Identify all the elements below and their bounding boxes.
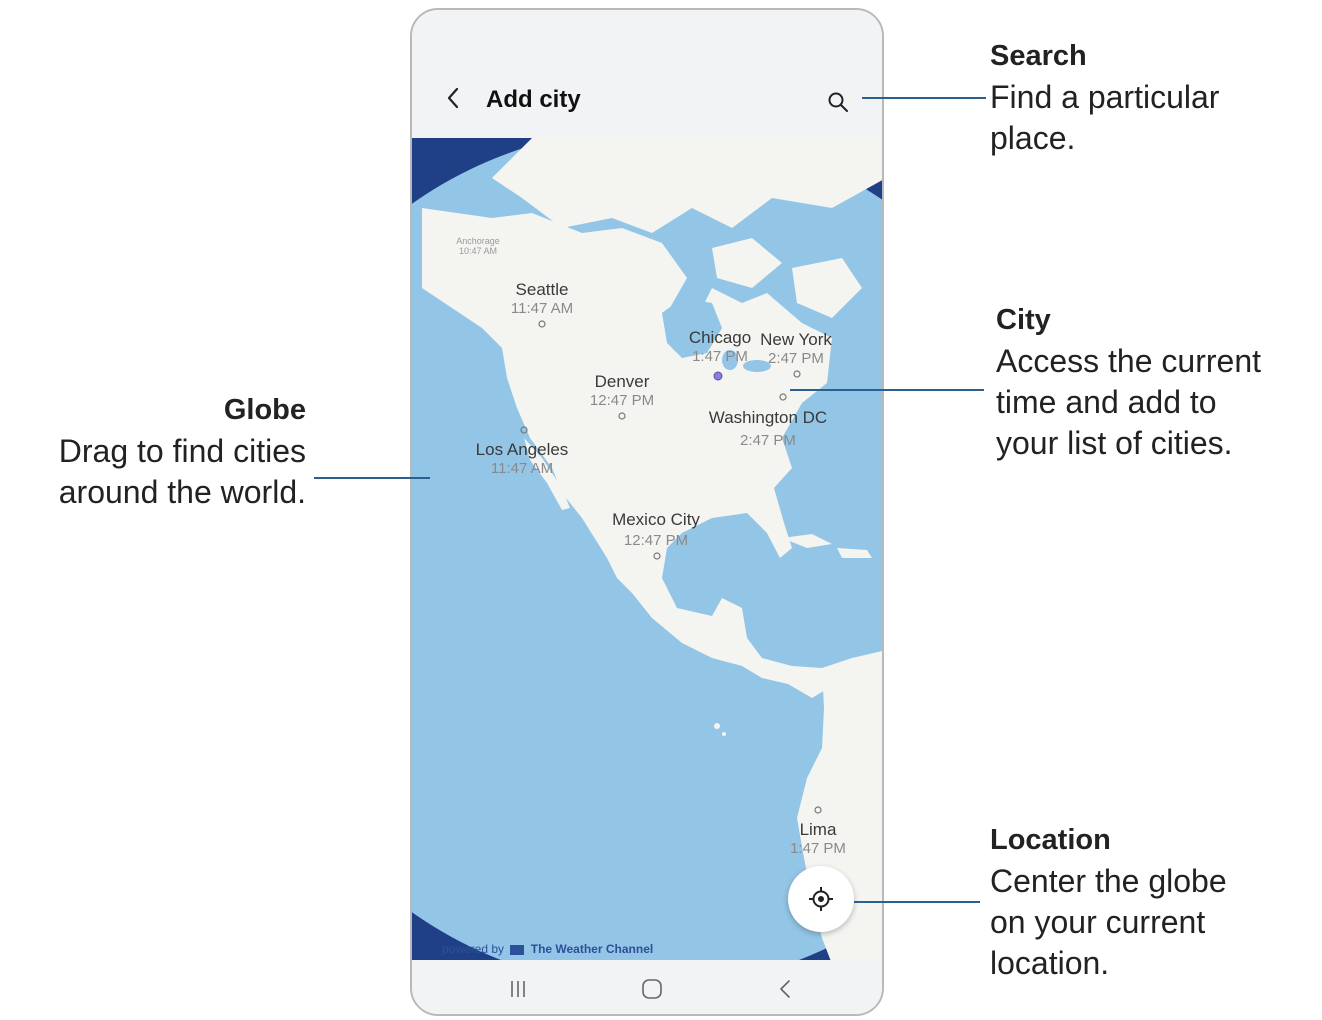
city-time: 12:47 PM xyxy=(589,391,655,409)
callout-text: Center the globe xyxy=(990,863,1227,899)
attribution-prefix: powered by xyxy=(442,942,505,956)
search-callout: Search Find a particular place. xyxy=(990,36,1219,159)
city-time: 10:47 AM xyxy=(458,246,498,257)
city-chicago[interactable]: Chicago 1:47 PM xyxy=(689,328,751,365)
weather-channel-logo-icon xyxy=(510,944,525,955)
callout-text: on your current xyxy=(990,904,1206,940)
city-new-york[interactable]: New York 2:47 PM xyxy=(760,330,832,367)
city-name: Mexico City xyxy=(612,510,700,529)
city-callout: City Access the current time and add to … xyxy=(996,300,1261,464)
chevron-left-icon xyxy=(447,87,459,109)
callout-heading: Search xyxy=(990,40,1087,72)
callout-heading: Globe xyxy=(223,394,306,426)
current-location-icon xyxy=(809,887,833,911)
city-time: 1:47 PM xyxy=(790,839,846,857)
callout-text: Find a particular xyxy=(990,79,1220,115)
callout-text: Access the current xyxy=(996,343,1261,379)
navigation-bar xyxy=(412,960,882,1014)
callout-text: around the world. xyxy=(58,474,306,510)
attribution-brand: The Weather Channel xyxy=(530,942,654,956)
app-bar: Add city xyxy=(412,10,882,138)
current-location-button[interactable] xyxy=(788,866,854,932)
city-denver[interactable]: Denver 12:47 PM xyxy=(590,372,654,409)
location-callout-line xyxy=(854,901,980,903)
attribution: powered by The Weather Channel xyxy=(442,942,653,956)
city-time: 2:47 PM xyxy=(768,349,824,367)
city-time: 2:47 PM xyxy=(740,431,796,449)
nav-back-button[interactable] xyxy=(774,978,798,1000)
city-name: Lima xyxy=(799,820,837,839)
home-button[interactable] xyxy=(640,978,664,1000)
callout-text: your list of cities. xyxy=(996,425,1233,461)
city-name: Seattle xyxy=(515,280,569,299)
callout-heading: Location xyxy=(990,824,1111,856)
callout-text: place. xyxy=(990,120,1076,156)
city-los-angeles[interactable]: Los Angeles 11:47 AM xyxy=(476,440,569,477)
phone-frame: Add city Anchorage 10:47 AM Seattle 11:4… xyxy=(410,8,884,1016)
callout-text: location. xyxy=(990,945,1110,981)
city-name: Anchorage xyxy=(456,236,500,246)
callout-heading: City xyxy=(996,304,1051,336)
callout-text: Drag to find cities xyxy=(58,433,306,469)
city-name: Los Angeles xyxy=(475,440,569,459)
recent-apps-icon xyxy=(511,981,525,997)
city-name: New York xyxy=(760,330,832,349)
location-callout: Location Center the globe on your curren… xyxy=(990,820,1227,984)
home-icon xyxy=(642,979,662,999)
city-time: 11:47 AM xyxy=(490,459,554,477)
search-callout-line xyxy=(862,97,986,99)
search-button[interactable] xyxy=(826,90,850,114)
city-callout-line xyxy=(790,389,984,391)
city-marker xyxy=(713,371,723,381)
search-icon xyxy=(828,92,848,112)
city-name: Chicago xyxy=(688,328,752,347)
globe-callout: Globe Drag to find cities around the wor… xyxy=(0,390,306,513)
city-mexico-city[interactable]: Mexico City 12:47 PM xyxy=(612,510,700,549)
city-time: 1:47 PM xyxy=(692,347,748,365)
city-name: Washington DC xyxy=(708,408,828,427)
city-time: 11:47 AM xyxy=(510,299,574,317)
back-button[interactable] xyxy=(442,86,466,110)
page-title: Add city xyxy=(486,86,581,113)
back-icon xyxy=(780,980,790,998)
city-washington-dc[interactable]: Washington DC 2:47 PM xyxy=(709,408,827,449)
city-lima[interactable]: Lima 1:47 PM xyxy=(790,820,846,857)
callout-text: time and add to xyxy=(996,384,1217,420)
city-anchorage[interactable]: Anchorage 10:47 AM xyxy=(456,236,500,257)
city-seattle[interactable]: Seattle 11:47 AM xyxy=(511,280,573,317)
globe-callout-line xyxy=(314,477,430,479)
globe-map[interactable]: Anchorage 10:47 AM Seattle 11:47 AM Chic… xyxy=(412,138,882,964)
city-time: 12:47 PM xyxy=(623,531,689,549)
recent-apps-button[interactable] xyxy=(506,978,530,1000)
city-name: Denver xyxy=(594,372,650,391)
